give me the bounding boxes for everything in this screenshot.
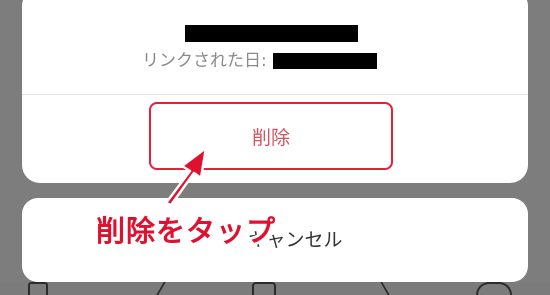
redacted-account-name xyxy=(185,25,358,42)
circle-icon xyxy=(476,282,512,295)
divider xyxy=(22,94,528,95)
delete-button[interactable]: 削除 xyxy=(149,102,393,170)
delete-button-label: 削除 xyxy=(251,126,290,149)
annotation-label: 削除をタップ xyxy=(96,214,277,248)
redacted-linked-date xyxy=(272,53,377,69)
home-icon xyxy=(28,282,48,295)
square-icon xyxy=(252,282,276,295)
unlink-dialog: リンクされた日: 削除 xyxy=(22,0,528,183)
linked-date-label: リンクされた日: xyxy=(142,51,267,71)
linked-date-row: リンクされた日: xyxy=(142,50,377,72)
